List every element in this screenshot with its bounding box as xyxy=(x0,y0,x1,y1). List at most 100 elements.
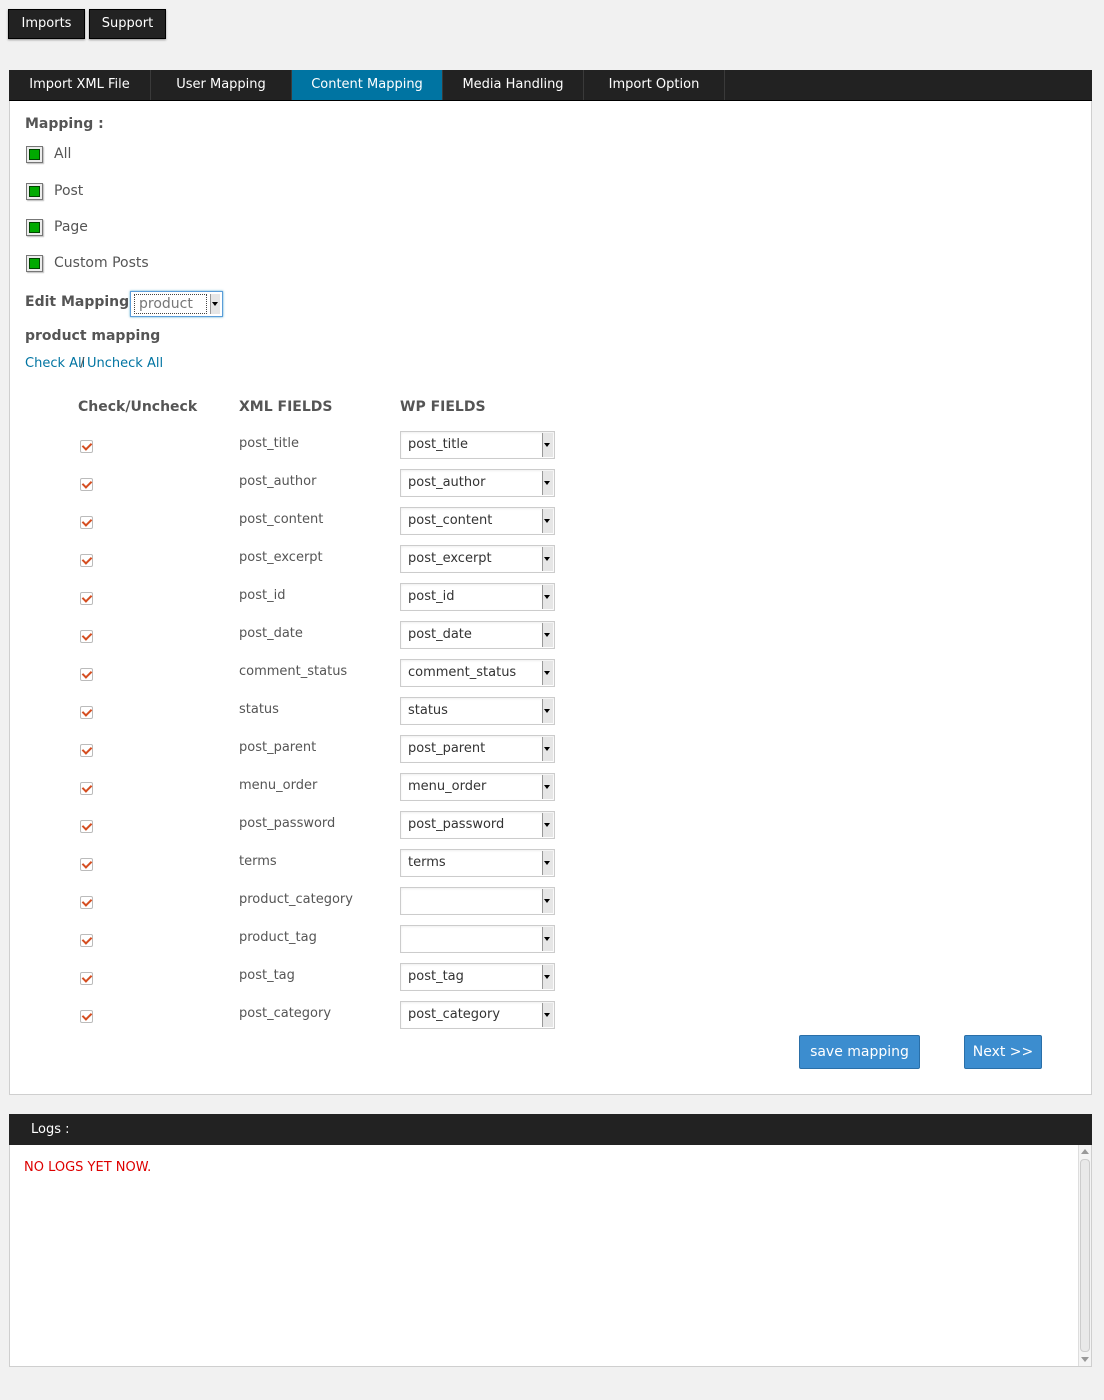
table-row: post_id post_id xyxy=(10,583,610,611)
wp-field-value: post_content xyxy=(408,513,493,528)
product-mapping-title: product mapping xyxy=(25,328,161,344)
table-row: post_date post_date xyxy=(10,621,610,649)
mapping-title: Mapping : xyxy=(25,116,104,132)
dropdown-arrow-icon[interactable] xyxy=(542,737,553,761)
dropdown-arrow-icon[interactable] xyxy=(542,585,553,609)
dropdown-arrow-icon[interactable] xyxy=(542,661,553,685)
tab-bar: Import XML File User Mapping Content Map… xyxy=(9,70,1092,101)
wp-field-select[interactable] xyxy=(400,925,555,953)
row-checkbox[interactable] xyxy=(80,516,93,529)
table-row: post_content post_content xyxy=(10,507,610,535)
row-checkbox[interactable] xyxy=(80,478,93,491)
dropdown-arrow-icon[interactable] xyxy=(542,1003,553,1027)
xml-field-name: menu_order xyxy=(239,778,318,793)
tab-media-handling[interactable]: Media Handling xyxy=(443,70,584,100)
green-checkbox-icon[interactable] xyxy=(26,219,43,236)
scroll-up-icon[interactable] xyxy=(1081,1149,1089,1154)
wp-field-value: post_id xyxy=(408,589,455,604)
table-row: terms terms xyxy=(10,849,610,877)
wp-field-select[interactable]: post_title xyxy=(400,431,555,459)
dropdown-arrow-icon[interactable] xyxy=(542,813,553,837)
wp-field-select[interactable]: post_author xyxy=(400,469,555,497)
row-checkbox[interactable] xyxy=(80,554,93,567)
dropdown-arrow-icon[interactable] xyxy=(542,927,553,951)
wp-field-select[interactable]: terms xyxy=(400,849,555,877)
row-checkbox[interactable] xyxy=(80,934,93,947)
green-checkbox-icon[interactable] xyxy=(26,255,43,272)
tab-content-mapping[interactable]: Content Mapping xyxy=(292,70,443,100)
column-header-wp-fields: WP FIELDS xyxy=(400,399,486,415)
dropdown-arrow-icon[interactable] xyxy=(542,965,553,989)
row-checkbox[interactable] xyxy=(80,630,93,643)
tab-user-mapping[interactable]: User Mapping xyxy=(151,70,292,100)
wp-field-select[interactable]: post_date xyxy=(400,621,555,649)
xml-field-name: post_excerpt xyxy=(239,550,323,565)
table-row: post_parent post_parent xyxy=(10,735,610,763)
xml-field-name: terms xyxy=(239,854,277,869)
column-header-check: Check/Uncheck xyxy=(78,399,198,415)
xml-field-name: post_date xyxy=(239,626,303,641)
row-checkbox[interactable] xyxy=(80,440,93,453)
green-checkbox-icon[interactable] xyxy=(26,146,43,163)
wp-field-select[interactable]: post_content xyxy=(400,507,555,535)
row-checkbox[interactable] xyxy=(80,972,93,985)
wp-field-select[interactable]: post_excerpt xyxy=(400,545,555,573)
dropdown-arrow-icon[interactable] xyxy=(542,699,553,723)
column-header-xml-fields: XML FIELDS xyxy=(239,399,333,415)
dropdown-arrow-icon[interactable] xyxy=(542,775,553,799)
wp-field-select[interactable]: post_password xyxy=(400,811,555,839)
wp-field-select[interactable]: status xyxy=(400,697,555,725)
support-button[interactable]: Support xyxy=(89,9,166,39)
row-checkbox[interactable] xyxy=(80,1010,93,1023)
tab-import-xml-file[interactable]: Import XML File xyxy=(9,70,151,100)
dropdown-arrow-icon[interactable] xyxy=(542,471,553,495)
dropdown-arrow-icon[interactable] xyxy=(542,433,553,457)
dropdown-arrow-icon[interactable] xyxy=(542,509,553,533)
table-row: status status xyxy=(10,697,610,725)
dropdown-arrow-icon[interactable] xyxy=(542,889,553,913)
logs-message: NO LOGS YET NOW. xyxy=(24,1160,152,1175)
wp-field-select[interactable]: menu_order xyxy=(400,773,555,801)
xml-field-name: post_category xyxy=(239,1006,332,1021)
wp-field-value: post_title xyxy=(408,437,468,452)
wp-field-select[interactable]: post_id xyxy=(400,583,555,611)
save-mapping-button[interactable]: save mapping xyxy=(799,1035,920,1069)
row-checkbox[interactable] xyxy=(80,782,93,795)
green-checkbox-icon[interactable] xyxy=(26,183,43,200)
wp-field-select[interactable] xyxy=(400,887,555,915)
uncheck-all-link[interactable]: Uncheck All xyxy=(87,356,163,371)
wp-field-value: post_excerpt xyxy=(408,551,492,566)
tab-import-option[interactable]: Import Option xyxy=(584,70,725,100)
xml-field-name: status xyxy=(239,702,279,717)
dropdown-arrow-icon[interactable] xyxy=(210,294,220,314)
wp-field-select[interactable]: post_tag xyxy=(400,963,555,991)
row-checkbox[interactable] xyxy=(80,668,93,681)
dropdown-arrow-icon[interactable] xyxy=(542,547,553,571)
row-checkbox[interactable] xyxy=(80,820,93,833)
table-row: product_category xyxy=(10,887,610,915)
wp-field-value: comment_status xyxy=(408,665,517,680)
wp-field-select[interactable]: post_parent xyxy=(400,735,555,763)
row-checkbox[interactable] xyxy=(80,896,93,909)
row-checkbox[interactable] xyxy=(80,592,93,605)
row-checkbox[interactable] xyxy=(80,744,93,757)
logs-title: Logs : xyxy=(9,1114,1092,1145)
xml-field-name: post_password xyxy=(239,816,336,831)
table-row: comment_status comment_status xyxy=(10,659,610,687)
next-button[interactable]: Next >> xyxy=(964,1035,1042,1069)
scroll-thumb[interactable] xyxy=(1080,1159,1090,1352)
table-row: post_author post_author xyxy=(10,469,610,497)
wp-field-value: terms xyxy=(408,855,446,870)
row-checkbox[interactable] xyxy=(80,706,93,719)
edit-mapping-select[interactable]: product xyxy=(130,291,223,317)
wp-field-select[interactable]: post_category xyxy=(400,1001,555,1029)
row-checkbox[interactable] xyxy=(80,858,93,871)
dropdown-arrow-icon[interactable] xyxy=(542,851,553,875)
logs-scrollbar[interactable] xyxy=(1078,1145,1091,1366)
dropdown-arrow-icon[interactable] xyxy=(542,623,553,647)
scroll-down-icon[interactable] xyxy=(1081,1357,1089,1362)
table-row: post_excerpt post_excerpt xyxy=(10,545,610,573)
table-row: post_password post_password xyxy=(10,811,610,839)
wp-field-select[interactable]: comment_status xyxy=(400,659,555,687)
imports-button[interactable]: Imports xyxy=(8,9,85,39)
